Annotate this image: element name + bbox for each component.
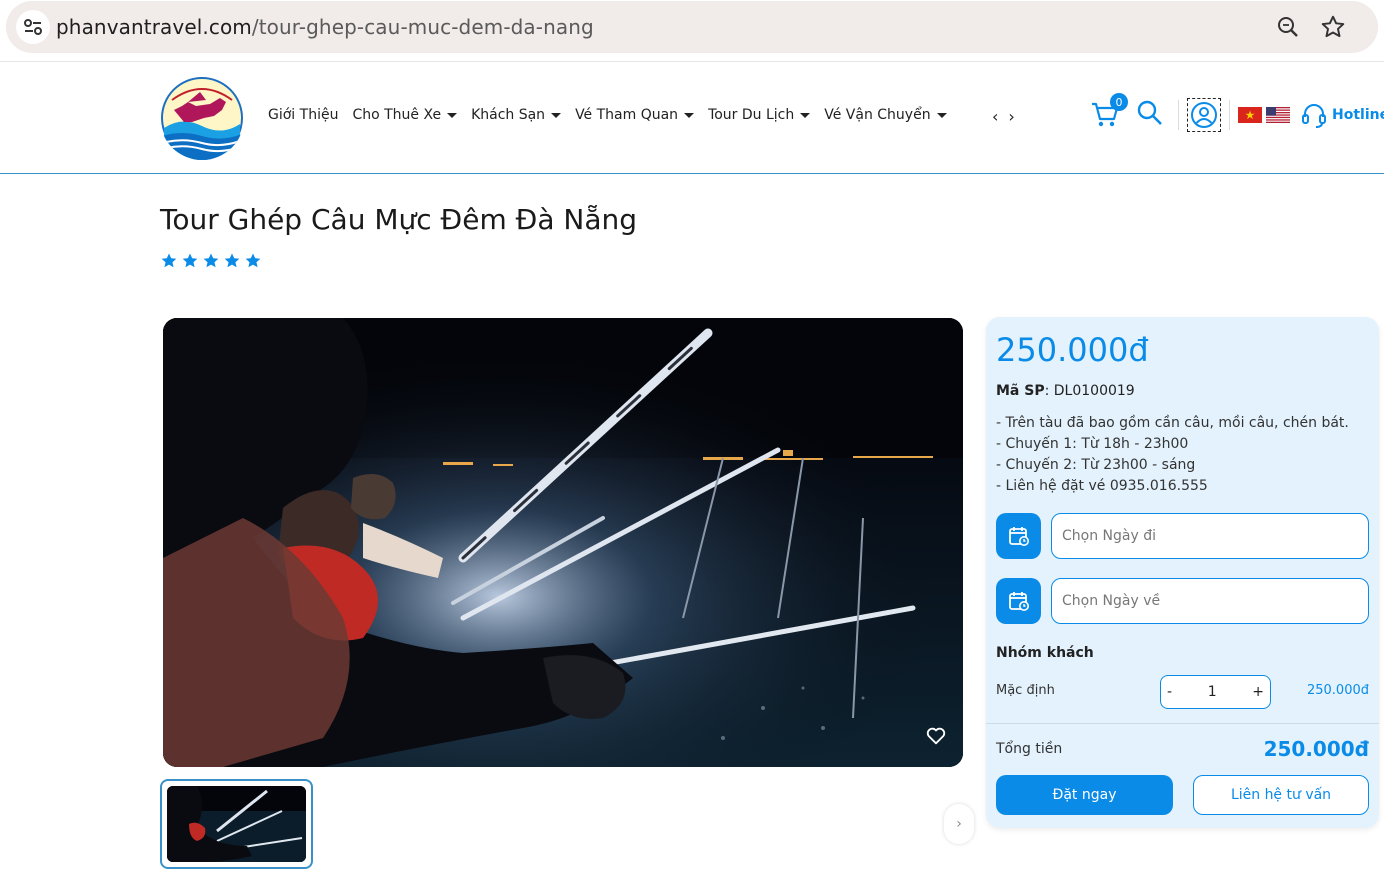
favorite-heart-icon[interactable] bbox=[925, 725, 947, 751]
us-flag-icon[interactable] bbox=[1266, 107, 1290, 123]
caret-down-icon bbox=[684, 113, 695, 118]
description-line: - Trên tàu đã bao gồm cần câu, mồi câu, … bbox=[996, 415, 1349, 431]
quantity-value[interactable]: 1 bbox=[1208, 684, 1217, 700]
chevron-right-icon[interactable]: › bbox=[1008, 107, 1014, 126]
thumbnail-image bbox=[167, 786, 306, 862]
url-host: phanvantravel.com bbox=[56, 15, 252, 39]
header-divider bbox=[1178, 100, 1179, 130]
night-fishing-photo bbox=[163, 318, 963, 767]
contact-consult-button[interactable]: Liên hệ tư vấn bbox=[1193, 775, 1369, 815]
zoom-icon[interactable] bbox=[1276, 15, 1300, 43]
depart-date-input[interactable] bbox=[1051, 513, 1369, 559]
description-line: - Chuyến 2: Từ 23h00 - sáng bbox=[996, 457, 1196, 473]
nav-label: Cho Thuê Xe bbox=[352, 107, 442, 123]
product-title: Tour Ghép Câu Mực Đêm Đà Nẵng bbox=[160, 203, 638, 236]
vietnam-flag-icon[interactable] bbox=[1238, 107, 1262, 123]
browser-toolbar: phanvantravel.com/tour-ghep-cau-muc-dem-… bbox=[0, 0, 1384, 62]
product-description: - Trên tàu đã bao gồm cần câu, mồi câu, … bbox=[996, 413, 1349, 497]
chevron-left-icon[interactable]: ‹ bbox=[992, 107, 998, 126]
depart-calendar-button[interactable] bbox=[996, 513, 1041, 559]
nav-scroll-arrows: ‹ › bbox=[992, 107, 1015, 126]
nav-label: Giới Thiệu bbox=[268, 107, 339, 123]
nav-item-cho-thue-xe[interactable]: Cho Thuê Xe bbox=[352, 107, 458, 123]
calendar-icon bbox=[1008, 527, 1029, 546]
star-icon bbox=[161, 253, 177, 268]
caret-down-icon bbox=[447, 113, 458, 118]
depart-date-row bbox=[996, 513, 1369, 559]
hotline-label: Hotline bbox=[1332, 107, 1384, 123]
star-icon bbox=[182, 253, 198, 268]
sku-value: : DL0100019 bbox=[1044, 383, 1135, 399]
calendar-icon bbox=[1008, 592, 1029, 611]
site-header: Giới Thiệu Cho Thuê Xe Khách Sạn Vé Tham… bbox=[0, 62, 1384, 174]
guest-group-title: Nhóm khách bbox=[996, 645, 1094, 661]
cart-count-badge: 0 bbox=[1110, 93, 1128, 111]
url-path: /tour-ghep-cau-muc-dem-da-nang bbox=[251, 15, 594, 39]
nav-item-ve-van-chuyen[interactable]: Vé Vận Chuyển bbox=[824, 107, 947, 123]
description-line: - Liên hệ đặt vé 0935.016.555 bbox=[996, 478, 1208, 494]
chevron-right-icon: › bbox=[956, 816, 962, 832]
gallery-thumbnail[interactable] bbox=[160, 779, 313, 869]
user-icon bbox=[1191, 102, 1217, 128]
sku-label: Mã SP bbox=[996, 383, 1045, 399]
decrement-button[interactable]: - bbox=[1167, 684, 1172, 700]
nav-label: Vé Tham Quan bbox=[575, 107, 679, 123]
star-icon bbox=[245, 253, 261, 268]
star-icon bbox=[203, 253, 219, 268]
main-nav: Giới Thiệu Cho Thuê Xe Khách Sạn Vé Tham… bbox=[268, 107, 961, 123]
account-button[interactable] bbox=[1187, 98, 1221, 132]
booking-card: 250.000đ Mã SP: DL0100019 - Trên tàu đã … bbox=[986, 317, 1379, 828]
caret-down-icon bbox=[551, 113, 562, 118]
product-sku: Mã SP: DL0100019 bbox=[996, 383, 1135, 399]
site-info-icon[interactable] bbox=[16, 10, 50, 44]
nav-item-khach-san[interactable]: Khách Sạn bbox=[471, 107, 562, 123]
cart-button[interactable]: 0 bbox=[1090, 93, 1128, 131]
address-bar[interactable]: phanvantravel.com/tour-ghep-cau-muc-dem-… bbox=[6, 1, 1378, 53]
return-calendar-button[interactable] bbox=[996, 578, 1041, 624]
gallery-next-button[interactable]: › bbox=[944, 804, 974, 844]
nav-label: Khách Sạn bbox=[471, 107, 546, 123]
card-divider bbox=[986, 723, 1379, 724]
caret-down-icon bbox=[800, 113, 811, 118]
header-actions: 0 Hotline bbox=[1090, 93, 1384, 132]
book-now-button[interactable]: Đặt ngay bbox=[996, 775, 1173, 815]
quantity-stepper: - 1 + bbox=[1160, 675, 1271, 709]
star-icon bbox=[224, 253, 240, 268]
hotline-button[interactable]: Hotline bbox=[1300, 101, 1384, 129]
nav-label: Tour Du Lịch bbox=[708, 107, 795, 123]
guest-type-label: Mặc định bbox=[996, 683, 1055, 698]
headset-icon bbox=[1302, 104, 1326, 128]
description-line: - Chuyến 1: Từ 18h - 23h00 bbox=[996, 436, 1189, 452]
company-logo[interactable] bbox=[160, 76, 244, 160]
nav-item-ve-tham-quan[interactable]: Vé Tham Quan bbox=[575, 107, 695, 123]
return-date-row bbox=[996, 578, 1369, 624]
product-price: 250.000đ bbox=[996, 331, 1149, 369]
return-date-input[interactable] bbox=[1051, 578, 1369, 624]
caret-down-icon bbox=[936, 113, 947, 118]
main-product-photo[interactable] bbox=[163, 318, 963, 767]
rating-stars bbox=[160, 252, 262, 270]
total-label: Tổng tiền bbox=[996, 741, 1063, 757]
bookmark-star-icon[interactable] bbox=[1320, 14, 1346, 44]
header-divider bbox=[1229, 100, 1230, 130]
search-icon bbox=[1137, 100, 1162, 125]
nav-item-tour-du-lich[interactable]: Tour Du Lịch bbox=[708, 107, 811, 123]
unit-price: 250.000đ bbox=[1306, 683, 1369, 698]
nav-label: Vé Vận Chuyển bbox=[824, 107, 931, 123]
total-value: 250.000đ bbox=[1263, 737, 1369, 761]
nav-item-gioi-thieu[interactable]: Giới Thiệu bbox=[268, 107, 338, 123]
search-button[interactable] bbox=[1136, 99, 1164, 131]
url-text[interactable]: phanvantravel.com/tour-ghep-cau-muc-dem-… bbox=[56, 15, 594, 39]
increment-button[interactable]: + bbox=[1252, 684, 1264, 700]
